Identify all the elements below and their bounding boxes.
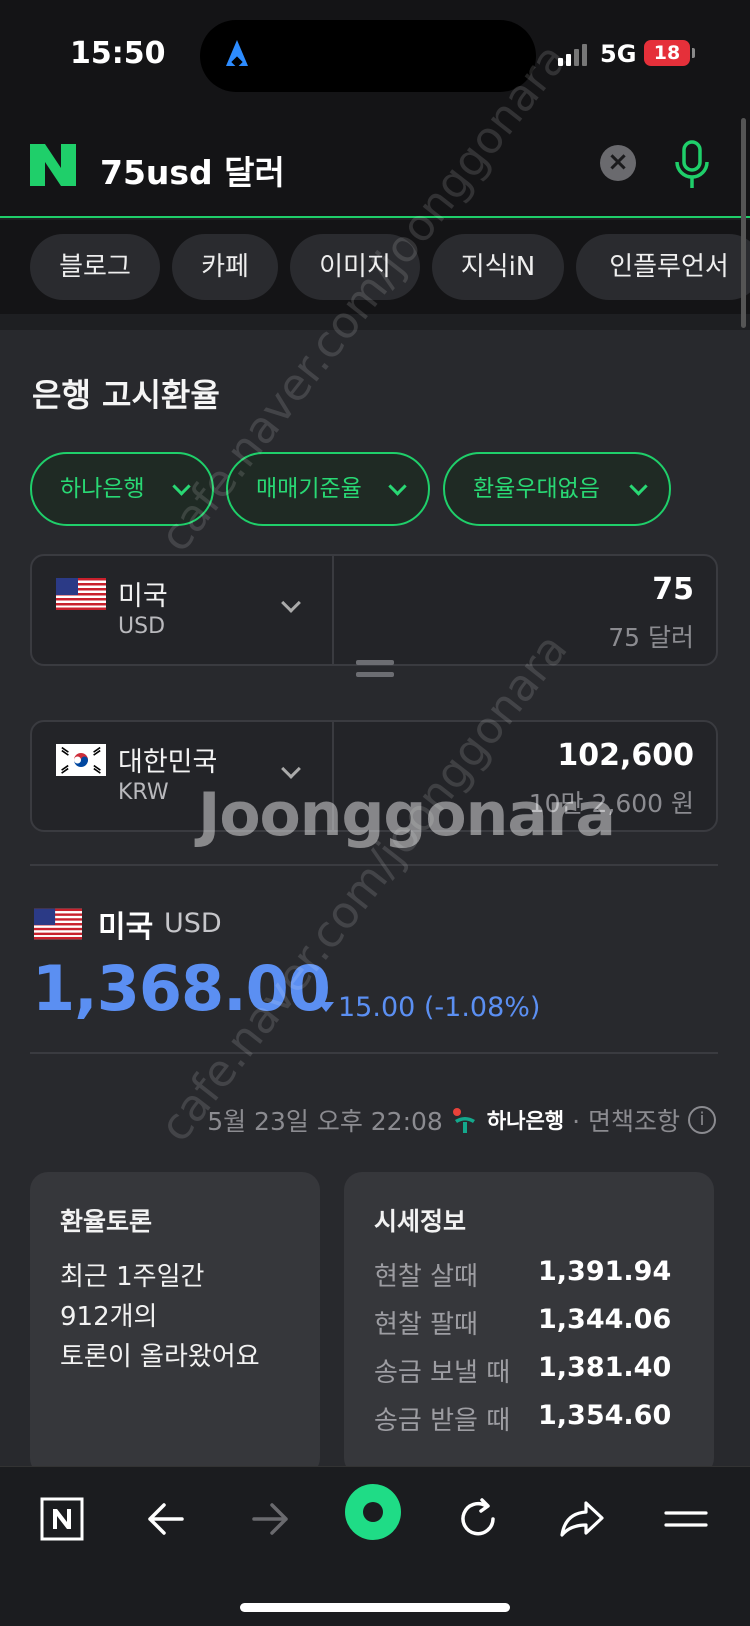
from-amount-words: 75 달러 [608,623,694,652]
bank-name: 하나은행 [486,1109,565,1133]
equals-icon [356,660,394,680]
tab-cafe[interactable]: 카페 [172,234,278,300]
location-arrow-icon [226,40,248,66]
price-value: 1,381.40 [538,1352,672,1383]
page-scrollbar[interactable] [741,118,746,328]
divider [30,1052,718,1054]
menu-icon[interactable] [656,1489,716,1549]
preferential-filter-dropdown[interactable]: 환율우대없음 [443,452,671,526]
preferential-filter-label: 환율우대없음 [473,476,600,502]
forum-text-line: 토론이 올라왔어요 [60,1342,260,1372]
forum-text-line: 912개의 [60,1302,158,1332]
section-title: 은행 고시환율 [32,376,220,414]
forward-arrow-icon[interactable] [240,1489,300,1549]
forum-text-line: 최근 1주일간 [60,1262,205,1292]
chevron-down-icon [629,477,648,496]
rate-meta-row: 5월 23일 오후 22:08 하나은행 · 면책조항 i [207,1100,716,1140]
chevron-down-icon [281,593,301,613]
rate-change: 15.00 (-1.08%) [338,992,541,1023]
watermark-brand: Joonggonara [198,780,616,850]
rate-currency-code: USD [164,908,222,939]
status-time: 15:50 [70,36,166,71]
us-flag-icon [34,908,82,940]
korea-flag-icon [56,744,106,776]
from-amount-input[interactable]: 75 [652,572,694,607]
price-value: 1,354.60 [538,1400,672,1431]
green-dot-home-icon[interactable] [342,1481,404,1543]
to-country-name: 대한민국 [118,747,218,778]
price-label: 송금 받을 때 [374,1406,511,1436]
tab-influencer[interactable]: 인플루언서 [576,234,750,300]
tab-kin[interactable]: 지식iN [432,234,564,300]
price-card-title: 시세정보 [374,1207,467,1236]
disclaimer-link[interactable]: · 면책조항 [572,1102,680,1138]
bank-filter-label: 하나은행 [60,476,145,502]
search-bar: 75usd 달러 × [0,110,750,218]
forum-card-title: 환율토론 [60,1207,153,1236]
network-type: 5G [600,40,637,68]
price-label: 현찰 팔때 [374,1310,478,1340]
home-indicator[interactable] [240,1603,510,1612]
rate-timestamp: 5월 23일 오후 22:08 [207,1107,443,1136]
dynamic-island [200,20,536,92]
status-bar: 15:50 5G 18 [0,0,750,110]
naver-home-icon[interactable] [32,1489,92,1549]
naver-logo-icon[interactable] [30,144,76,186]
hana-bank-logo-icon [452,1108,475,1133]
info-icon[interactable]: i [688,1106,716,1134]
price-value: 1,344.06 [538,1304,672,1335]
chevron-down-icon [281,759,301,779]
from-currency-row: 미국 USD 75 75 달러 [30,554,718,666]
tab-blog[interactable]: 블로그 [30,234,160,300]
price-info-card[interactable]: 시세정보 현찰 살때 1,391.94 현찰 팔때 1,344.06 송금 보낼… [344,1172,714,1476]
from-currency-select[interactable]: 미국 USD [32,556,334,664]
from-country-name: 미국 [118,581,168,612]
price-value: 1,391.94 [538,1256,672,1287]
from-currency-code: USD [118,614,166,639]
down-triangle-icon [318,1002,334,1012]
microphone-icon[interactable] [672,140,712,192]
price-label: 현찰 살때 [374,1262,478,1292]
forum-card[interactable]: 환율토론 최근 1주일간 912개의 토론이 올라왔어요 [30,1172,320,1476]
clear-search-button[interactable]: × [600,145,636,181]
to-amount-input[interactable]: 102,600 [557,738,694,773]
us-flag-icon [56,578,106,610]
price-label: 송금 보낼 때 [374,1358,511,1388]
rate-country-name: 미국 [98,910,154,945]
to-currency-code: KRW [118,780,169,805]
chevron-down-icon [388,477,407,496]
back-arrow-icon[interactable] [136,1489,196,1549]
battery-icon: 18 [644,40,695,66]
search-input[interactable]: 75usd 달러 [100,146,285,194]
share-icon[interactable] [552,1489,612,1549]
rate-type-filter-label: 매매기준율 [256,476,362,502]
browser-toolbar [0,1466,750,1626]
refresh-icon[interactable] [448,1489,508,1549]
